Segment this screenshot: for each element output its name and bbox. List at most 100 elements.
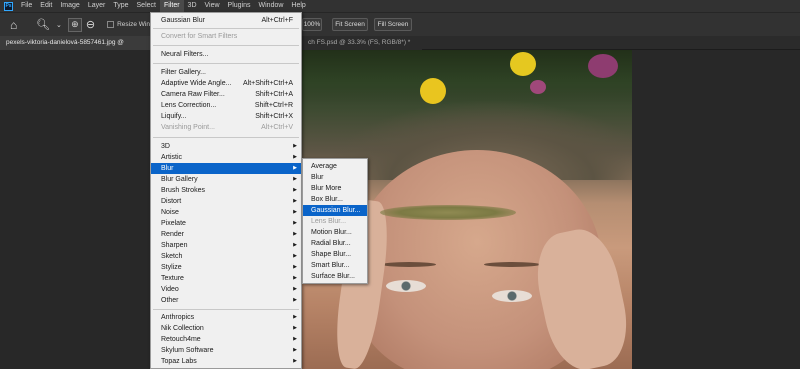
menu-item-artistic[interactable]: Artistic ▶ xyxy=(151,152,301,163)
document-tab-active[interactable]: pexels-viktoria-danielová-5857461.jpg @ … xyxy=(0,36,150,60)
shortcut-label: Alt+Shift+Ctrl+A xyxy=(243,80,293,87)
submenu-item-shape-blur[interactable]: Shape Blur... xyxy=(303,249,367,260)
right-eye xyxy=(492,290,532,302)
zoom-100-button[interactable]: 100% xyxy=(302,18,322,31)
menu-item-label: Lens Correction... xyxy=(161,102,217,109)
menu-item-vanishing-point: Vanishing Point... Alt+Ctrl+V xyxy=(151,122,301,133)
submenu-arrow-icon: ▶ xyxy=(293,286,297,292)
submenu-item-surface-blur[interactable]: Surface Blur... xyxy=(303,271,367,282)
submenu-item-motion-blur[interactable]: Motion Blur... xyxy=(303,227,367,238)
submenu-item-blur-more[interactable]: Blur More xyxy=(303,183,367,194)
resize-window-checkbox[interactable] xyxy=(107,21,115,28)
canvas-area[interactable] xyxy=(0,50,800,369)
shortcut-label: Shift+Ctrl+A xyxy=(255,91,293,98)
menu-type[interactable]: Type xyxy=(109,0,132,12)
menu-item-adaptive-wide-angle[interactable]: Adaptive Wide Angle... Alt+Shift+Ctrl+A xyxy=(151,78,301,89)
menu-item-label: Liquify... xyxy=(161,113,187,120)
submenu-item-average[interactable]: Average xyxy=(303,161,367,172)
menu-image[interactable]: Image xyxy=(56,0,83,12)
menu-item-nik-collection[interactable]: Nik Collection ▶ xyxy=(151,323,301,334)
zoom-out-icon[interactable]: ⊖ xyxy=(86,18,95,31)
menu-item-other[interactable]: Other ▶ xyxy=(151,295,301,306)
menu-item-sketch[interactable]: Sketch ▶ xyxy=(151,251,301,262)
document-tab-psd[interactable]: ch FS.psd @ 33.3% (FS, RGB/8*) * xyxy=(302,36,422,50)
menu-item-sharpen[interactable]: Sharpen ▶ xyxy=(151,240,301,251)
menu-item-stylize[interactable]: Stylize ▶ xyxy=(151,262,301,273)
menu-item-blur[interactable]: Blur ▶ xyxy=(151,163,301,174)
menu-plugins[interactable]: Plugins xyxy=(224,0,255,12)
menu-select[interactable]: Select xyxy=(133,0,160,12)
fit-screen-button[interactable]: Fit Screen xyxy=(332,18,368,31)
menu-item-lens-correction[interactable]: Lens Correction... Shift+Ctrl+R xyxy=(151,100,301,111)
menu-item-pixelate[interactable]: Pixelate ▶ xyxy=(151,218,301,229)
fill-screen-button[interactable]: Fill Screen xyxy=(374,18,412,31)
submenu-item-radial-blur[interactable]: Radial Blur... xyxy=(303,238,367,249)
separator xyxy=(153,28,299,29)
menu-item-label: Sketch xyxy=(161,253,183,260)
menu-edit[interactable]: Edit xyxy=(36,0,56,12)
menu-item-skylum-software[interactable]: Skylum Software ▶ xyxy=(151,345,301,356)
menu-item-label: Sharpen xyxy=(161,242,188,249)
menu-item-liquify[interactable]: Liquify... Shift+Ctrl+X xyxy=(151,111,301,122)
gaussian-blur-preview-strip xyxy=(380,205,516,220)
menu-item-video[interactable]: Video ▶ xyxy=(151,284,301,295)
left-eye xyxy=(386,280,426,292)
menu-item-neural-filters[interactable]: Neural Filters... xyxy=(151,49,301,60)
menu-item-distort[interactable]: Distort ▶ xyxy=(151,196,301,207)
menu-item-label: Topaz Labs xyxy=(161,358,197,365)
menu-file[interactable]: File xyxy=(17,0,36,12)
submenu-arrow-icon: ▶ xyxy=(293,187,297,193)
submenu-item-box-blur[interactable]: Box Blur... xyxy=(303,194,367,205)
submenu-item-gaussian-blur[interactable]: Gaussian Blur... xyxy=(303,205,367,216)
menu-view[interactable]: View xyxy=(201,0,224,12)
purple-flower xyxy=(530,80,546,94)
menu-item-label: Blur xyxy=(161,165,174,172)
purple-flower xyxy=(588,54,618,78)
submenu-arrow-icon: ▶ xyxy=(293,347,297,353)
menu-bar: Ps File Edit Image Layer Type Select Fil… xyxy=(0,0,800,12)
menu-item-retouch4me[interactable]: Retouch4me ▶ xyxy=(151,334,301,345)
menu-item-blur-gallery[interactable]: Blur Gallery ▶ xyxy=(151,174,301,185)
menu-item-last-filter[interactable]: Gaussian Blur Alt+Ctrl+F xyxy=(151,15,301,26)
submenu-arrow-icon: ▶ xyxy=(293,314,297,320)
menu-item-noise[interactable]: Noise ▶ xyxy=(151,207,301,218)
photoshop-logo-icon[interactable]: Ps xyxy=(4,1,13,11)
menu-filter[interactable]: Filter xyxy=(159,0,184,12)
menu-item-topaz-labs[interactable]: Topaz Labs ▶ xyxy=(151,356,301,367)
menu-item-label: Filter Gallery... xyxy=(161,69,206,76)
menu-item-label: Adaptive Wide Angle... xyxy=(161,80,232,87)
menu-window[interactable]: Window xyxy=(255,0,288,12)
menu-layer[interactable]: Layer xyxy=(84,0,110,12)
chevron-down-icon[interactable]: ⌄ xyxy=(56,21,62,29)
filter-menu: Gaussian Blur Alt+Ctrl+F Convert for Sma… xyxy=(150,12,302,369)
menu-item-render[interactable]: Render ▶ xyxy=(151,229,301,240)
menu-item-label: Artistic xyxy=(161,154,182,161)
shortcut-label: Shift+Ctrl+R xyxy=(254,102,293,109)
submenu-arrow-icon: ▶ xyxy=(293,165,297,171)
menu-item-filter-gallery[interactable]: Filter Gallery... xyxy=(151,67,301,78)
menu-item-texture[interactable]: Texture ▶ xyxy=(151,273,301,284)
submenu-item-smart-blur[interactable]: Smart Blur... xyxy=(303,260,367,271)
menu-item-label: Noise xyxy=(161,209,179,216)
submenu-arrow-icon: ▶ xyxy=(293,336,297,342)
zoom-tool-icon[interactable]: 🔍︎ xyxy=(36,18,50,31)
menu-item-label: Neural Filters... xyxy=(161,51,209,58)
submenu-arrow-icon: ▶ xyxy=(293,154,297,160)
submenu-item-blur[interactable]: Blur xyxy=(303,172,367,183)
submenu-arrow-icon: ▶ xyxy=(293,231,297,237)
menu-item-camera-raw[interactable]: Camera Raw Filter... Shift+Ctrl+A xyxy=(151,89,301,100)
menu-item-label: Camera Raw Filter... xyxy=(161,91,225,98)
menu-3d[interactable]: 3D xyxy=(184,0,201,12)
submenu-arrow-icon: ▶ xyxy=(293,198,297,204)
home-icon[interactable]: ⌂ xyxy=(10,19,22,31)
menu-item-label: Brush Strokes xyxy=(161,187,205,194)
menu-item-3d[interactable]: 3D ▶ xyxy=(151,141,301,152)
separator xyxy=(153,309,299,310)
menu-item-anthropics[interactable]: Anthropics ▶ xyxy=(151,312,301,323)
menu-item-label: 3D xyxy=(161,143,170,150)
submenu-arrow-icon: ▶ xyxy=(293,358,297,364)
submenu-arrow-icon: ▶ xyxy=(293,275,297,281)
menu-help[interactable]: Help xyxy=(287,0,309,12)
menu-item-brush-strokes[interactable]: Brush Strokes ▶ xyxy=(151,185,301,196)
zoom-in-icon[interactable]: ⊕ xyxy=(67,17,82,32)
